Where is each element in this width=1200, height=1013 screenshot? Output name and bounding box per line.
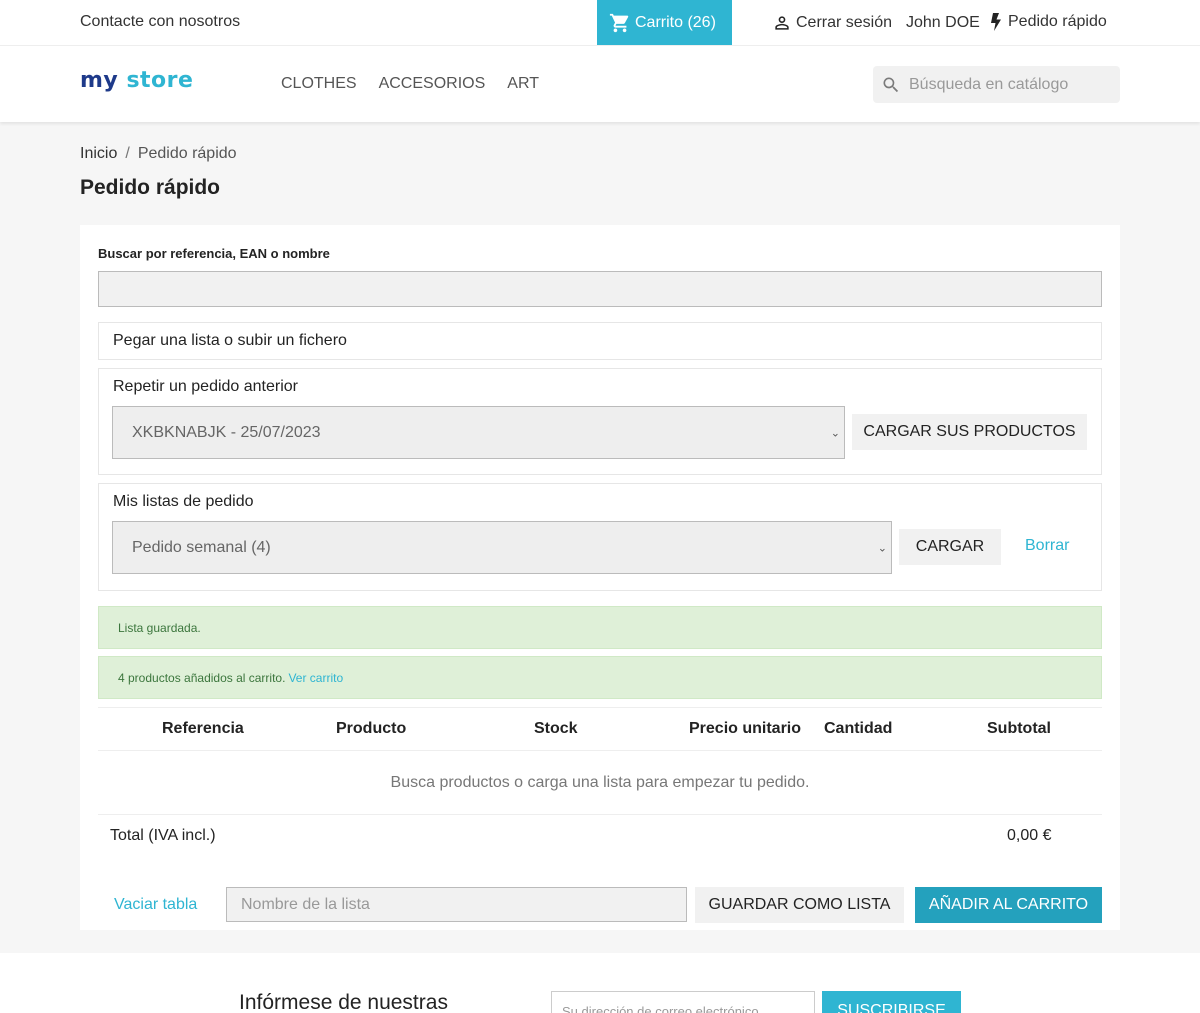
order-lists-title: Mis listas de pedido bbox=[113, 493, 254, 510]
catalog-search bbox=[873, 66, 1120, 103]
column-subtotal: Subtotal bbox=[987, 720, 1051, 737]
account-link[interactable]: John DOE bbox=[906, 14, 980, 32]
list-saved-alert: Lista guardada. bbox=[98, 606, 1102, 649]
cart-icon bbox=[609, 13, 629, 32]
order-list-value: Pedido semanal (4) bbox=[132, 538, 271, 556]
header: my store CLOTHES ACCESORIOS ART bbox=[0, 46, 1200, 122]
repeat-order-panel: Repetir un pedido anterior XKBKNABJK - 2… bbox=[98, 368, 1102, 475]
save-list-button[interactable]: GUARDAR COMO LISTA bbox=[695, 887, 904, 923]
order-list-select[interactable]: Pedido semanal (4) ⌄ bbox=[112, 521, 892, 574]
list-name-input[interactable] bbox=[226, 887, 687, 922]
breadcrumb-home[interactable]: Inicio bbox=[80, 145, 117, 163]
load-products-button[interactable]: CARGAR SUS PRODUCTOS bbox=[852, 414, 1087, 450]
repeat-order-title: Repetir un pedido anterior bbox=[113, 378, 299, 395]
page-title: Pedido rápido bbox=[80, 176, 221, 199]
quick-order-label: Pedido rápido bbox=[1008, 13, 1107, 30]
empty-table-message: Busca productos o carga una lista para e… bbox=[98, 751, 1102, 815]
nav-item-accesorios[interactable]: ACCESORIOS bbox=[379, 75, 486, 93]
quick-order-link[interactable]: Pedido rápido bbox=[990, 13, 1107, 31]
contact-link[interactable]: Contacte con nosotros bbox=[80, 13, 240, 31]
paste-list-panel[interactable]: Pegar una lista o subir un fichero bbox=[98, 322, 1102, 360]
breadcrumb: Inicio / Pedido rápido bbox=[80, 145, 237, 163]
logo-store: store bbox=[126, 68, 194, 93]
search-input[interactable] bbox=[909, 75, 1109, 94]
breadcrumb-current: Pedido rápido bbox=[137, 145, 237, 162]
total-label: Total (IVA incl.) bbox=[110, 827, 216, 844]
delete-list-link[interactable]: Borrar bbox=[1025, 537, 1069, 555]
column-reference: Referencia bbox=[162, 720, 244, 737]
newsletter-title: Infórmese de nuestras bbox=[239, 991, 448, 1013]
add-to-cart-button[interactable]: AÑADIR AL CARRITO bbox=[915, 887, 1102, 923]
table-header: Referencia Producto Stock Precio unitari… bbox=[98, 707, 1102, 751]
top-bar: Contacte con nosotros Carrito (26) Cerra… bbox=[0, 0, 1200, 46]
column-product: Producto bbox=[336, 720, 407, 737]
product-search-field[interactable] bbox=[98, 271, 1102, 307]
chevron-down-icon: ⌄ bbox=[877, 542, 887, 554]
user-icon bbox=[775, 16, 789, 30]
paste-list-title: Pegar una lista o subir un fichero bbox=[113, 332, 347, 349]
cart-button[interactable]: Carrito (26) bbox=[597, 0, 732, 45]
subscribe-button[interactable]: SUSCRIBIRSE bbox=[822, 991, 961, 1013]
total-value: 0,00 € bbox=[1007, 827, 1052, 844]
column-unit-price: Precio unitario bbox=[689, 720, 802, 737]
column-stock: Stock bbox=[534, 720, 578, 737]
nav-item-art[interactable]: ART bbox=[507, 75, 539, 93]
cart-label: Carrito (26) bbox=[635, 13, 716, 31]
column-quantity: Cantidad bbox=[824, 720, 893, 737]
products-added-message: 4 productos añadidos al carrito. bbox=[118, 670, 286, 685]
search-label: Buscar por referencia, EAN o nombre bbox=[98, 246, 330, 261]
previous-order-value: XKBKNABJK - 25/07/2023 bbox=[132, 423, 321, 441]
order-lists-panel: Mis listas de pedido Pedido semanal (4) … bbox=[98, 483, 1102, 591]
search-icon[interactable] bbox=[881, 75, 901, 95]
chevron-down-icon: ⌄ bbox=[830, 427, 840, 439]
newsletter-email-input[interactable] bbox=[551, 991, 815, 1013]
logo-my: my bbox=[80, 68, 119, 93]
store-logo[interactable]: my store bbox=[80, 68, 193, 93]
previous-order-select[interactable]: XKBKNABJK - 25/07/2023 ⌄ bbox=[112, 406, 845, 459]
quick-order-card: Buscar por referencia, EAN o nombre Pega… bbox=[80, 225, 1120, 930]
lightning-icon bbox=[991, 13, 1001, 31]
products-added-alert: 4 productos añadidos al carrito. Ver car… bbox=[98, 656, 1102, 699]
list-saved-message: Lista guardada. bbox=[118, 620, 201, 635]
view-cart-link[interactable]: Ver carrito bbox=[288, 671, 343, 685]
clear-table-link[interactable]: Vaciar tabla bbox=[114, 896, 197, 914]
breadcrumb-separator: / bbox=[125, 145, 130, 162]
newsletter-section: Infórmese de nuestras SUSCRIBIRSE bbox=[0, 953, 1200, 1013]
load-list-button[interactable]: CARGAR bbox=[899, 529, 1001, 565]
logout-label: Cerrar sesión bbox=[796, 14, 893, 31]
logout-link[interactable]: Cerrar sesión bbox=[772, 13, 892, 33]
nav-item-clothes[interactable]: CLOTHES bbox=[281, 75, 357, 93]
main-nav: CLOTHES ACCESORIOS ART bbox=[281, 75, 539, 93]
